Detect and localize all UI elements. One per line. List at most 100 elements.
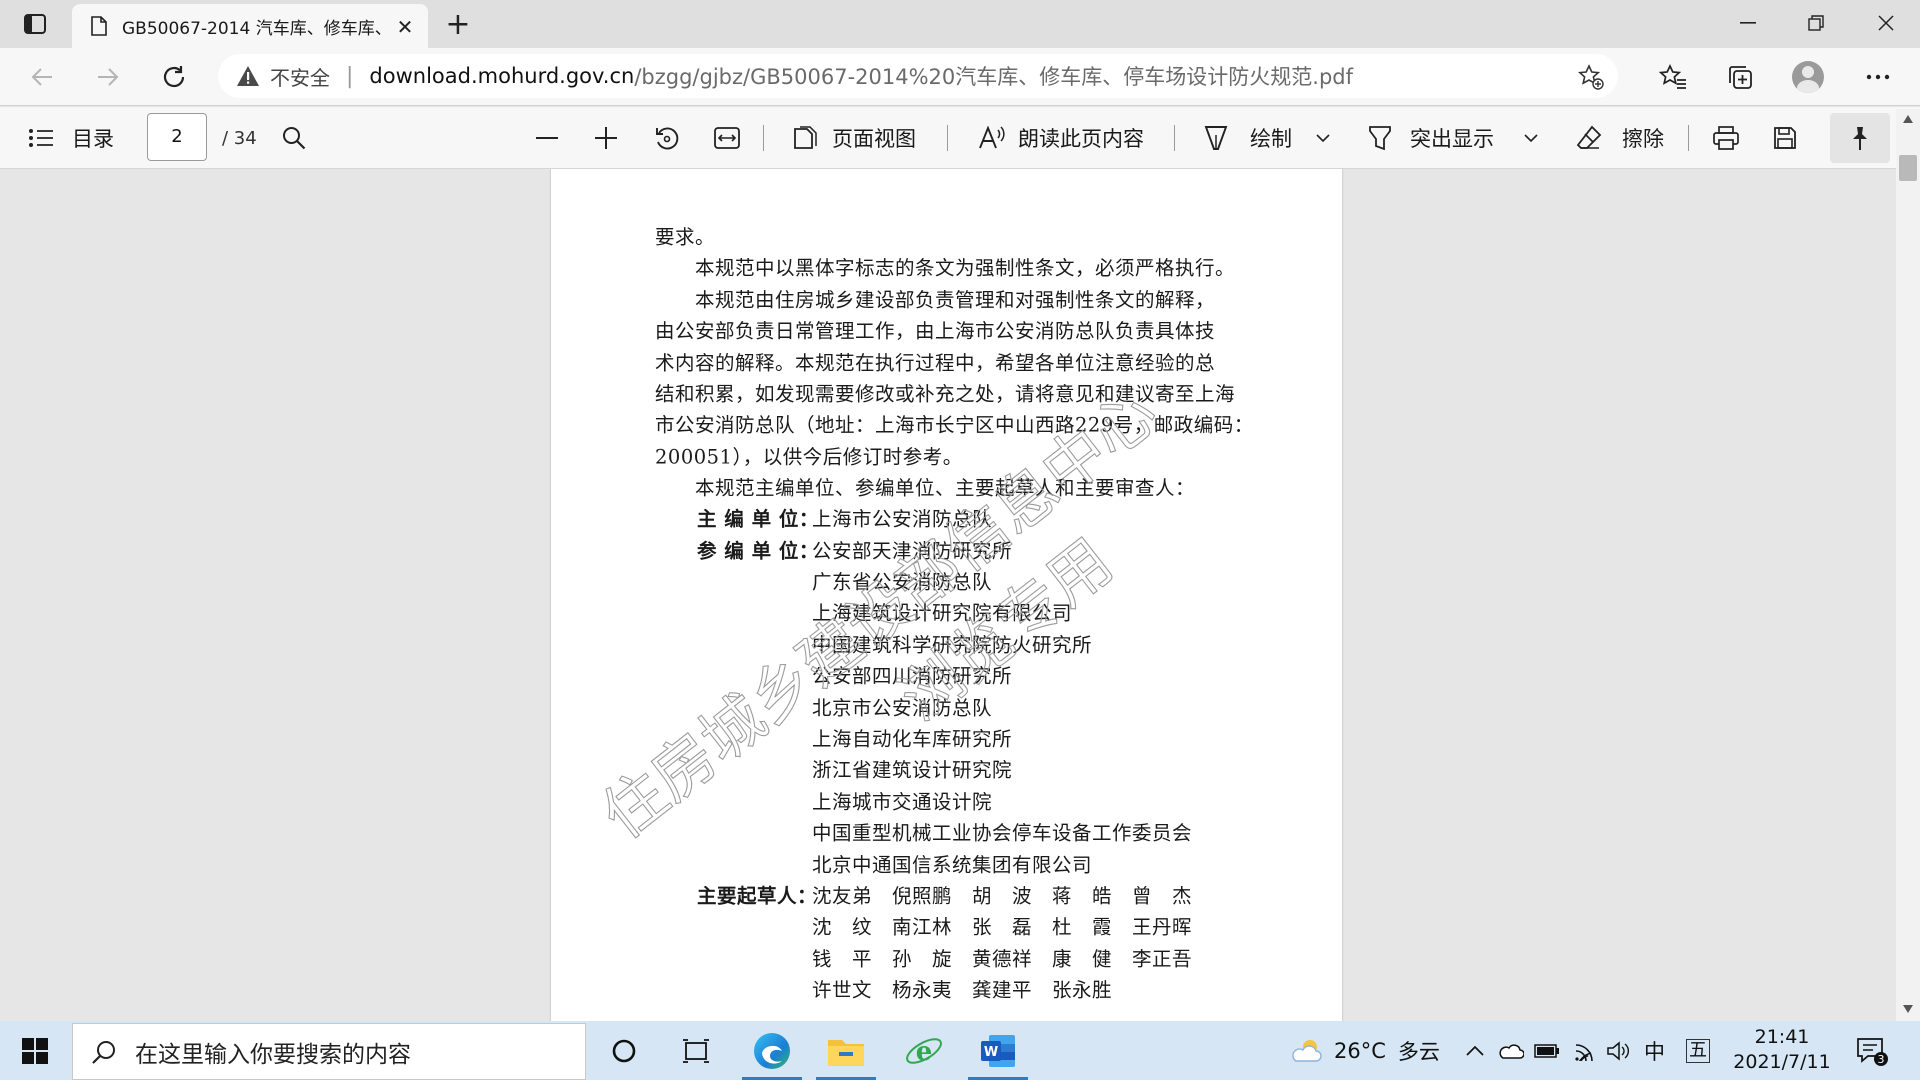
word-taskbar-icon[interactable]: W — [962, 1021, 1034, 1080]
onedrive-icon[interactable] — [1498, 1021, 1524, 1080]
windows-taskbar: 在这里输入你要搜索的内容 e W 26°C 多云 中 五 21:41 2021/… — [0, 1021, 1920, 1080]
cortana-icon[interactable] — [588, 1021, 660, 1080]
draw-icon — [1204, 126, 1228, 150]
rotate-icon[interactable] — [654, 107, 680, 169]
page-number-input[interactable]: 2 — [147, 113, 207, 161]
draw-button[interactable]: 绘制 — [1204, 107, 1292, 169]
new-tab-button[interactable]: + — [442, 7, 474, 42]
body-line: 200051），以供今后修订时参考。 — [655, 445, 963, 469]
task-view-icon[interactable] — [660, 1021, 732, 1080]
body-line: 本规范中以黑体字标志的条文为强制性条文，必须严格执行。 — [655, 256, 1236, 280]
highlight-options-chevron-down-icon[interactable] — [1524, 107, 1538, 169]
participating-unit: 中国重型机械工业协会停车设备工作委员会 — [812, 821, 1193, 845]
highlighter-icon — [1369, 126, 1391, 151]
pdf-viewer[interactable]: 要求。 本规范中以黑体字标志的条文为强制性条文，必须严格执行。 本规范由住房城乡… — [0, 169, 1920, 1021]
toc-button[interactable]: 目录 — [28, 107, 114, 169]
close-window-button[interactable] — [1852, 0, 1920, 46]
add-favorite-icon[interactable] — [1577, 64, 1604, 90]
refresh-button[interactable] — [154, 57, 194, 97]
clock-date: 2021/7/11 — [1733, 1051, 1831, 1073]
participating-unit: 上海建筑设计研究院有限公司 — [812, 601, 1073, 625]
search-icon — [92, 1040, 115, 1064]
zoom-out-icon[interactable] — [536, 107, 558, 169]
restore-button[interactable] — [1782, 0, 1850, 46]
eraser-icon — [1576, 125, 1602, 149]
warning-icon[interactable] — [236, 64, 260, 88]
file-explorer-icon[interactable] — [810, 1021, 882, 1080]
save-icon[interactable] — [1773, 107, 1797, 169]
fit-width-icon[interactable] — [714, 107, 740, 169]
zoom-in-icon[interactable] — [595, 107, 617, 169]
read-aloud-icon — [979, 126, 1005, 149]
vertical-scrollbar[interactable] — [1896, 109, 1920, 1021]
body-line: 结和积累，如发现需要修改或补充之处，请将意见和建议寄至上海 — [655, 382, 1236, 406]
scroll-up-icon[interactable] — [1903, 115, 1913, 123]
body-line: 由公安部负责日常管理工作，由上海市公安消防总队负责具体技 — [655, 319, 1216, 343]
draw-label: 绘制 — [1250, 127, 1292, 151]
toolbar-divider — [763, 125, 764, 151]
search-icon[interactable] — [282, 107, 306, 169]
chief-unit-label: 主 编 单 位： — [697, 507, 819, 531]
profile-button[interactable] — [1788, 57, 1828, 97]
svg-text:e: e — [916, 1037, 933, 1067]
weather-desc: 多云 — [1397, 1039, 1440, 1064]
read-aloud-button[interactable]: 朗读此页内容 — [978, 107, 1144, 169]
browser-titlebar: GB50067-2014 汽车库、修车库、 ✕ + — [0, 0, 1920, 48]
close-tab-icon[interactable]: ✕ — [394, 15, 416, 39]
volume-icon[interactable] — [1606, 1021, 1630, 1080]
document-icon — [88, 15, 110, 37]
url-separator: | — [346, 63, 354, 89]
erase-button[interactable]: 擦除 — [1576, 107, 1664, 169]
participating-unit: 北京中通国信系统集团有限公司 — [812, 853, 1093, 877]
url-host: download.mohurd.gov.cn — [369, 64, 635, 88]
tab-title: GB50067-2014 汽车库、修车库、 — [122, 18, 392, 39]
weather-temp: 26°C — [1334, 1038, 1386, 1063]
participating-units-label: 参 编 单 位： — [697, 539, 819, 563]
tab-pdf-document[interactable]: GB50067-2014 汽车库、修车库、 ✕ — [72, 4, 428, 48]
system-clock[interactable]: 21:41 2021/7/11 — [1722, 1025, 1842, 1075]
scroll-down-icon[interactable] — [1903, 1005, 1913, 1013]
page-view-button[interactable]: 页面视图 — [792, 107, 916, 169]
tab-actions-icon[interactable] — [18, 10, 52, 38]
scroll-thumb[interactable] — [1899, 155, 1917, 181]
navigation-bar: 不安全 | download.mohurd.gov.cn/bzgg/gjbz/G… — [0, 48, 1920, 106]
windows-logo-icon — [22, 1037, 48, 1064]
highlight-button[interactable]: 突出显示 — [1368, 107, 1494, 169]
read-aloud-label: 朗读此页内容 — [1018, 127, 1144, 151]
wifi-icon[interactable] — [1572, 1021, 1596, 1080]
weather-widget[interactable]: 26°C 多云 — [1290, 1021, 1440, 1080]
participating-unit: 广东省公安消防总队 — [812, 570, 993, 594]
notification-center-icon[interactable]: 3 — [1856, 1021, 1890, 1080]
participating-unit: 上海自动化车库研究所 — [812, 727, 1013, 751]
show-hidden-icons-chevron-up-icon[interactable] — [1466, 1021, 1484, 1080]
taskbar-search[interactable]: 在这里输入你要搜索的内容 — [72, 1023, 586, 1080]
participating-unit: 北京市公安消防总队 — [812, 696, 993, 720]
internet-explorer-icon[interactable]: e — [888, 1021, 960, 1080]
ime-language-indicator[interactable]: 中 — [1644, 1021, 1665, 1080]
highlight-label: 突出显示 — [1410, 127, 1494, 151]
insecure-label[interactable]: 不安全 — [270, 62, 330, 91]
battery-icon[interactable] — [1534, 1021, 1560, 1080]
forward-button[interactable] — [88, 57, 128, 97]
address-bar[interactable]: 不安全 | download.mohurd.gov.cn/bzgg/gjbz/G… — [218, 54, 1618, 98]
toolbar-divider — [1688, 125, 1689, 151]
favorites-icon[interactable] — [1653, 57, 1693, 97]
print-icon[interactable] — [1713, 107, 1739, 169]
collections-icon[interactable] — [1720, 57, 1760, 97]
body-line: 术内容的解释。本规范在执行过程中，希望各单位注意经验的总 — [655, 351, 1216, 375]
more-options-icon[interactable] — [1858, 57, 1898, 97]
toolbar-divider — [1174, 125, 1175, 151]
pin-toolbar-icon[interactable] — [1830, 113, 1890, 163]
back-button[interactable] — [22, 57, 62, 97]
notification-count: 3 — [1878, 1053, 1885, 1066]
minimize-button[interactable] — [1714, 0, 1782, 46]
edge-taskbar-icon[interactable] — [736, 1021, 808, 1080]
avatar — [1792, 61, 1824, 93]
drafters-label: 主要起草人： — [697, 884, 818, 908]
ime-mode-indicator[interactable]: 五 — [1686, 1021, 1710, 1080]
ime-mode-label: 五 — [1686, 1038, 1710, 1063]
chief-unit: 上海市公安消防总队 — [812, 507, 993, 531]
draw-options-chevron-down-icon[interactable] — [1316, 107, 1330, 169]
start-button[interactable] — [0, 1021, 70, 1080]
search-placeholder: 在这里输入你要搜索的内容 — [135, 1041, 411, 1068]
